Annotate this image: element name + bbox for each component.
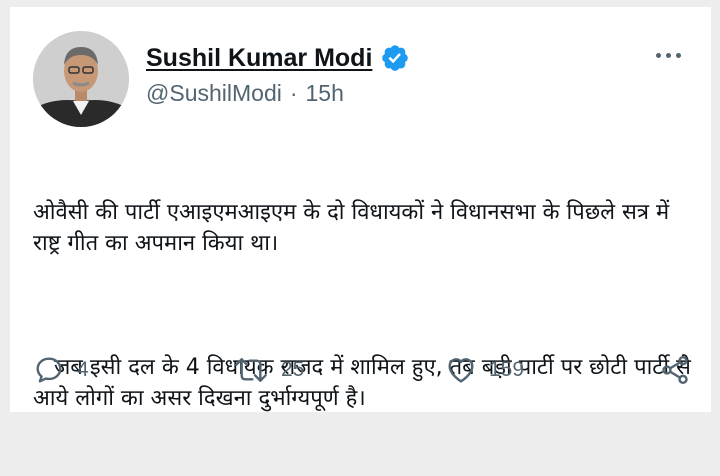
separator-dot: ·: [289, 80, 298, 106]
avatar-image: [33, 31, 129, 127]
more-dot: [655, 52, 661, 58]
tweet-text: ओवैसी की पार्टी एआइएमआइएम के दो विधायकों…: [33, 135, 693, 476]
retweet-button[interactable]: 25: [233, 352, 304, 388]
tweet-card: Sushil Kumar Modi @SushilModi · 15h ओवैस…: [10, 7, 711, 412]
share-icon: [662, 356, 688, 384]
more-dots-icon[interactable]: [648, 41, 688, 69]
author-name[interactable]: Sushil Kumar Modi: [146, 44, 372, 73]
action-bar: 4 25 159: [33, 352, 693, 388]
reply-button[interactable]: 4: [33, 352, 89, 388]
author-name-row: Sushil Kumar Modi: [146, 40, 410, 76]
retweet-icon: [235, 358, 267, 382]
retweet-count: 25: [281, 358, 305, 381]
like-button[interactable]: 159: [445, 352, 524, 388]
tweet-paragraph: ओवैसी की पार्टी एआइएमआइएम के दो विधायकों…: [33, 200, 677, 256]
author-handle[interactable]: @SushilModi: [146, 80, 282, 107]
reply-count: 4: [77, 358, 89, 381]
more-dot: [665, 52, 671, 58]
tweet-timestamp[interactable]: 15h: [306, 80, 344, 107]
verified-badge-icon: [382, 45, 409, 71]
handle-row: @SushilModi · 15h: [146, 80, 344, 107]
avatar[interactable]: [33, 31, 129, 127]
like-count: 159: [489, 358, 525, 381]
heart-icon: [448, 358, 474, 383]
reply-bubble-icon: [36, 357, 62, 383]
share-button[interactable]: [659, 352, 691, 388]
more-dot: [675, 52, 681, 58]
